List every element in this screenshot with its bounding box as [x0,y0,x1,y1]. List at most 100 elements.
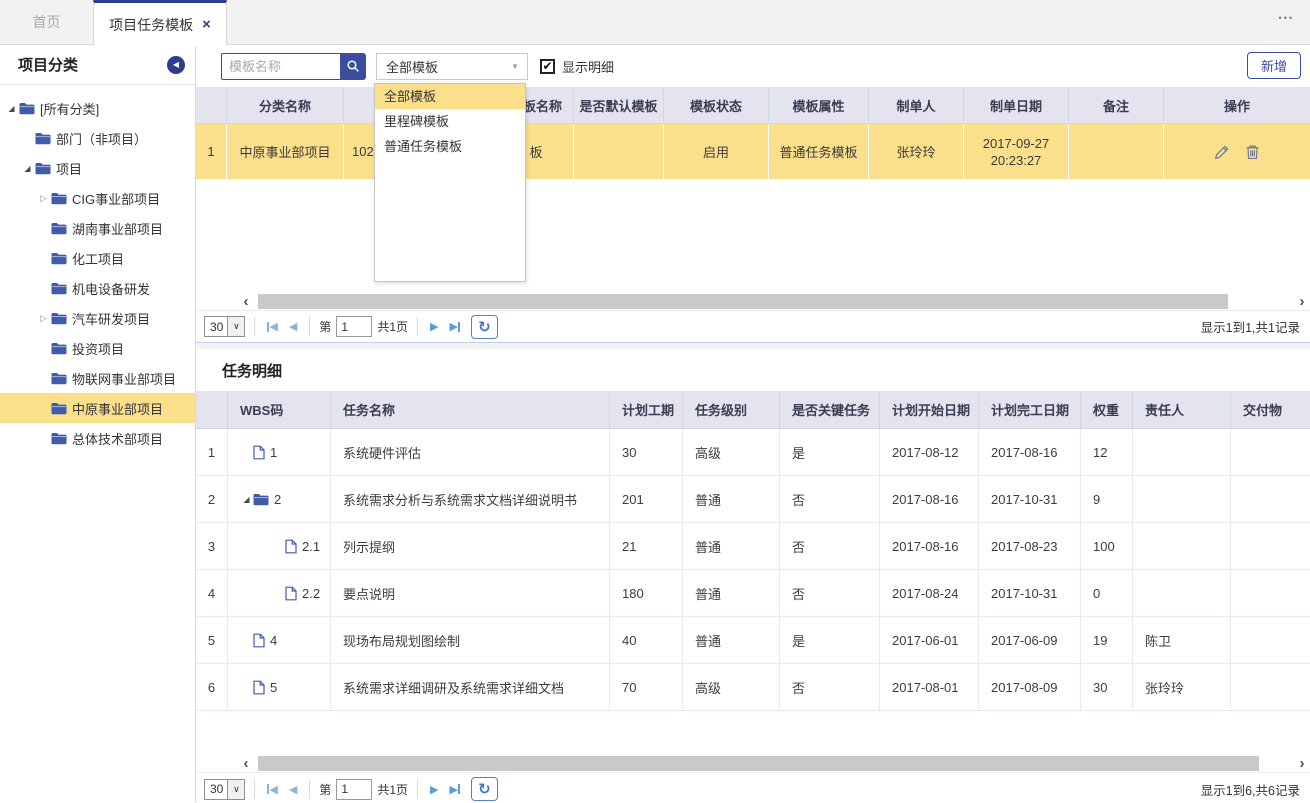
horizontal-scrollbar[interactable]: ‹ › [196,754,1310,772]
row-critical: 否 [780,523,880,570]
show-detail-checkbox[interactable]: ✔ [540,59,555,74]
sidebar-item[interactable]: ◢项目 [0,153,195,183]
sidebar-item[interactable]: ▷ 汽车研发项目 [0,303,195,333]
scrollbar-track[interactable] [258,294,1290,309]
folder-icon [51,222,67,235]
sidebar-item[interactable]: 机电设备研发 [0,273,195,303]
sidebar-item-label: 汽车研发项目 [72,309,150,328]
scroll-left-icon[interactable]: ‹ [238,294,254,309]
row-deliverable [1231,476,1310,523]
search-button[interactable] [340,53,366,80]
row-plan-end: 2017-10-31 [979,476,1081,523]
prev-page-button[interactable]: ◀ [286,320,300,333]
page-size-select[interactable]: 30 ∨ [204,316,245,337]
row-task-name: 列示提纲 [331,523,610,570]
sidebar-item[interactable]: 总体技术部项目 [0,423,195,453]
tree-expanded-icon[interactable]: ◢ [240,495,253,504]
task-row[interactable]: 2◢2系统需求分析与系统需求文档详细说明书201普通否2017-08-16201… [196,476,1310,523]
chevron-down-icon: ∨ [227,780,244,799]
refresh-button[interactable]: ↻ [471,315,498,339]
sidebar-item[interactable]: 部门（非项目） [0,123,195,153]
last-page-button[interactable]: ▶ [446,320,462,333]
scroll-left-icon[interactable]: ‹ [238,756,254,771]
collapse-sidebar-button[interactable]: ◀ [167,56,185,74]
wbs-code: 2.2 [302,586,320,601]
task-row[interactable]: 65系统需求详细调研及系统需求详细文档70高级否2017-08-012017-0… [196,664,1310,711]
page-input[interactable] [336,779,372,800]
tab-label: 项目任务模板 [109,15,193,35]
row-status: 启用 [664,124,769,179]
last-page-button[interactable]: ▶ [446,783,462,796]
search-input[interactable] [221,53,340,80]
sidebar-item[interactable]: 物联网事业部项目 [0,363,195,393]
row-plan-start: 2017-06-01 [880,617,979,664]
sidebar-item[interactable]: 湖南事业部项目 [0,213,195,243]
time-part: 20:23:27 [983,152,1050,169]
horizontal-scrollbar[interactable]: ‹ › [196,292,1310,310]
folder-icon [51,432,67,445]
more-tabs-icon[interactable]: ••• [1279,13,1294,23]
row-duration: 40 [610,617,683,664]
task-row[interactable]: 42.2要点说明180普通否2017-08-242017-10-310 [196,570,1310,617]
sidebar-item[interactable]: 化工项目 [0,243,195,273]
scrollbar-track[interactable] [258,756,1290,771]
tab-project-task-template[interactable]: 项目任务模板 × [93,0,227,46]
edit-icon[interactable] [1214,144,1230,160]
delete-icon[interactable] [1245,144,1260,160]
close-tab-icon[interactable]: × [202,17,211,32]
col-duration: 计划工期 [610,391,683,429]
task-row[interactable]: 11系统硬件评估30高级是2017-08-122017-08-1612 [196,429,1310,476]
template-type-value: 全部模板 [377,57,503,76]
sidebar-header: 项目分类 ◀ [0,45,195,85]
dropdown-option[interactable]: 全部模板 [375,84,525,109]
task-row[interactable]: 54现场布局规划图绘制40普通是2017-06-012017-06-0919陈卫 [196,617,1310,664]
row-index: 4 [196,570,228,617]
file-icon [253,445,265,460]
task-row[interactable]: 32.1列示提纲21普通否2017-08-162017-08-23100 [196,523,1310,570]
prev-page-button[interactable]: ◀ [286,783,300,796]
next-page-button[interactable]: ▶ [427,320,441,333]
file-icon [285,539,297,554]
template-type-dropdown: 全部模板里程碑模板普通任务模板 [374,83,526,282]
scroll-right-icon[interactable]: › [1294,294,1310,309]
tab-home[interactable]: 首页 [0,0,93,45]
date-part: 2017-09-27 [983,135,1050,152]
col-index [196,391,228,429]
page-size-select[interactable]: 30 ∨ [204,779,245,800]
sidebar-item-label: 机电设备研发 [72,279,150,298]
tree-collapsed-icon[interactable]: ▷ [37,193,50,204]
first-page-button[interactable]: ◀ [264,320,280,333]
row-create-date: 2017-09-27 20:23:27 [964,124,1069,179]
scroll-right-icon[interactable]: › [1294,756,1310,771]
add-button[interactable]: 新增 [1247,52,1301,79]
scrollbar-thumb[interactable] [258,756,1259,771]
folder-icon [51,372,67,385]
row-owner: 陈卫 [1133,617,1231,664]
tree-collapsed-icon[interactable]: ▷ [37,313,50,324]
row-plan-end: 2017-08-23 [979,523,1081,570]
refresh-button[interactable]: ↻ [471,777,498,801]
template-row-selected[interactable]: 1 中原事业部项目 102 板 启用 普通任务模板 张玲玲 2017-09-27… [196,124,1310,179]
sidebar-item-label: 物联网事业部项目 [72,369,176,388]
sidebar-item[interactable]: 投资项目 [0,333,195,363]
tree-expanded-icon[interactable]: ◢ [5,104,18,113]
template-type-select[interactable]: 全部模板 ▼ [376,53,528,80]
sidebar-item[interactable]: ▷ CIG事业部项目 [0,183,195,213]
row-operations [1164,124,1310,179]
dropdown-option[interactable]: 普通任务模板 [375,134,525,159]
sidebar-item-label: CIG事业部项目 [72,189,160,208]
row-plan-end: 2017-08-16 [979,429,1081,476]
wbs-code: 5 [270,680,277,695]
scrollbar-thumb[interactable] [258,294,1228,309]
next-page-button[interactable]: ▶ [427,783,441,796]
dropdown-option[interactable]: 里程碑模板 [375,109,525,134]
row-plan-start: 2017-08-24 [880,570,979,617]
first-page-button[interactable]: ◀ [264,783,280,796]
col-category: 分类名称 [227,87,344,124]
row-task-name: 现场布局规划图绘制 [331,617,610,664]
tree-expanded-icon[interactable]: ◢ [21,164,34,173]
sidebar-item[interactable]: ◢[所有分类] [0,93,195,123]
page-input[interactable] [336,316,372,337]
sidebar-item[interactable]: 中原事业部项目 [0,393,195,423]
row-wbs: ◢2 [228,476,331,523]
